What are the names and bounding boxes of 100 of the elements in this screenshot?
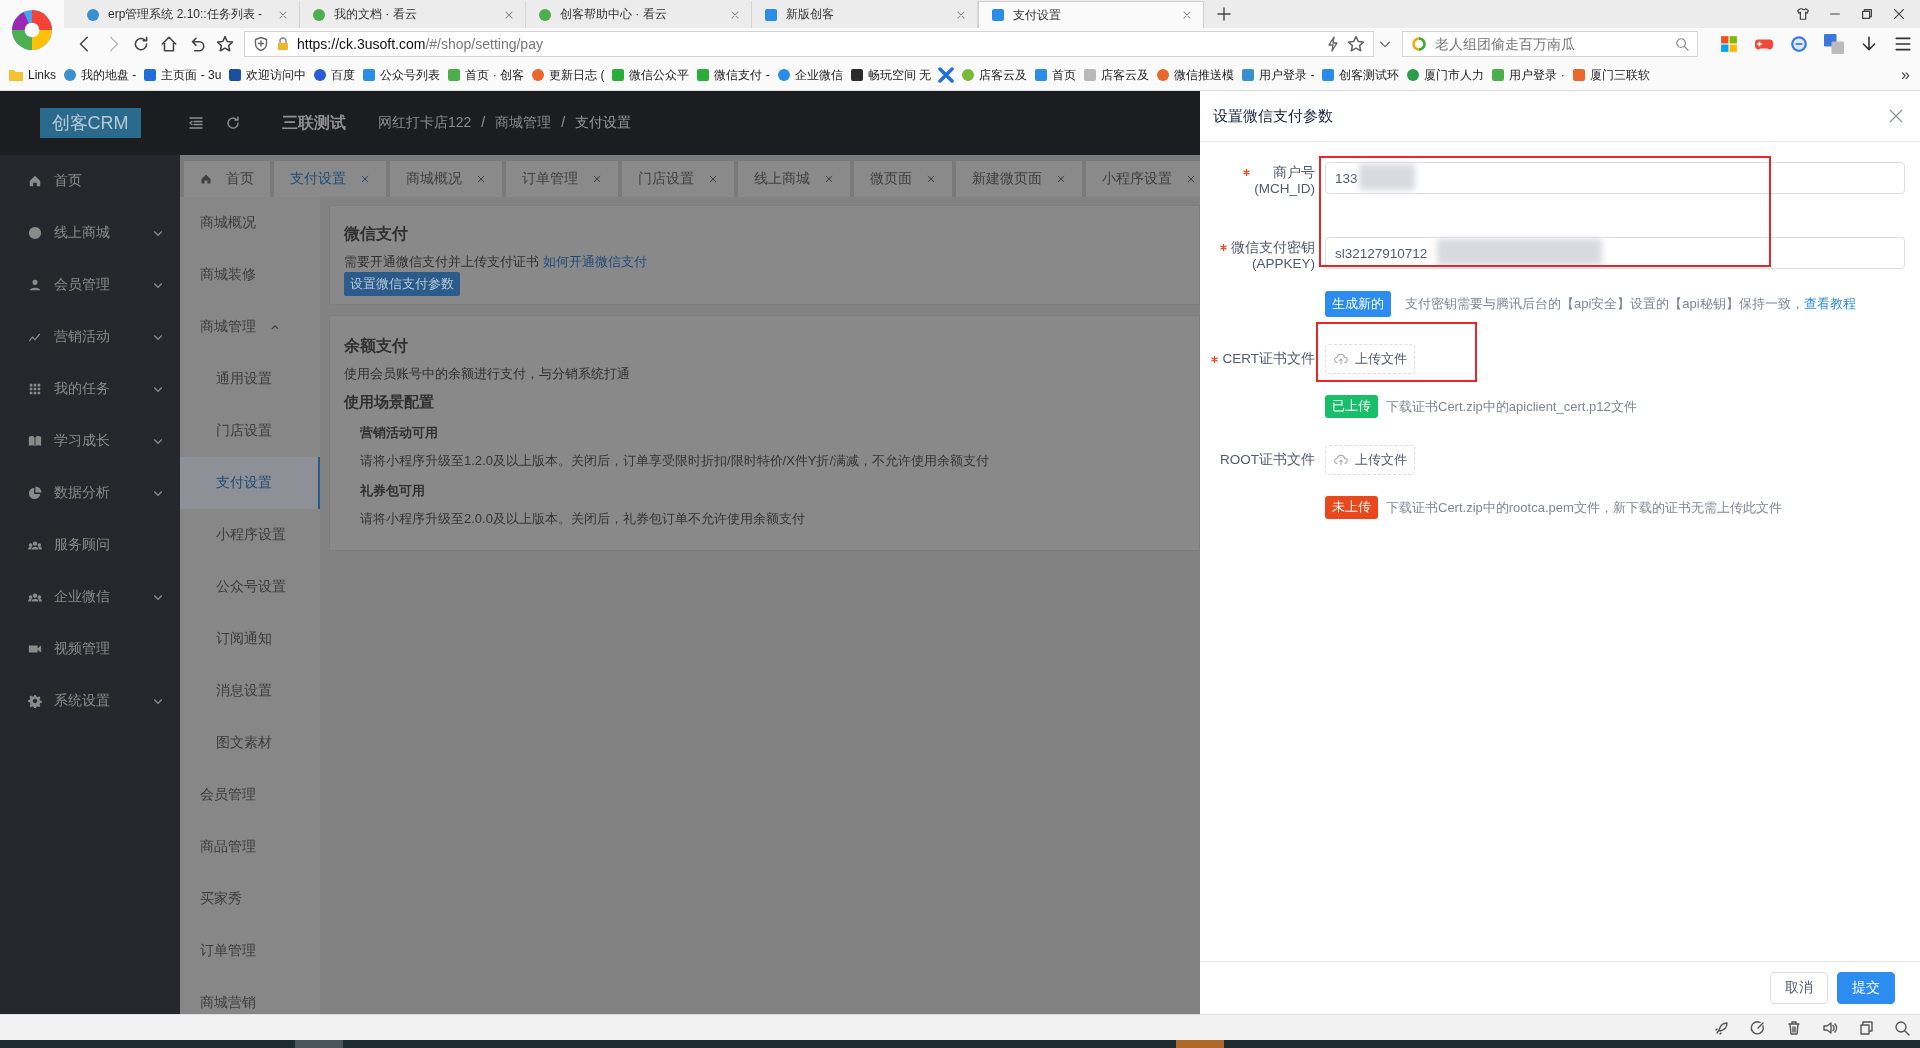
- browser-tab[interactable]: erp管理系统 2.10::任务列表 -: [74, 1, 300, 28]
- set-parameters-button[interactable]: 设置微信支付参数: [344, 272, 460, 296]
- submenu-item[interactable]: 门店设置: [180, 405, 320, 457]
- close-icon[interactable]: [1186, 174, 1196, 184]
- bookmark[interactable]: 公众号列表: [362, 66, 441, 84]
- bookmark[interactable]: 我的地盘 -: [63, 66, 137, 84]
- help-link[interactable]: 如何开通微信支付: [542, 254, 647, 269]
- new-tab-icon[interactable]: [1216, 6, 1232, 22]
- search-field[interactable]: 老人组团偷走百万南瓜: [1402, 31, 1698, 57]
- bookmark[interactable]: 主页面 - 3u: [143, 66, 222, 84]
- sidebar-item[interactable]: 企业微信: [0, 571, 180, 623]
- submenu-item[interactable]: 图文素材: [180, 717, 320, 769]
- bookmark[interactable]: 厦门三联软: [1571, 66, 1650, 84]
- submenu-item[interactable]: 商品管理: [180, 821, 320, 873]
- bookmark[interactable]: 店客云及: [1083, 66, 1150, 84]
- submenu-item[interactable]: 商城装修: [180, 249, 320, 301]
- sidebar-item[interactable]: 首页: [0, 155, 180, 207]
- speaker-icon[interactable]: [1822, 1019, 1838, 1036]
- input-field[interactable]: 133: [1325, 162, 1905, 194]
- refresh-icon[interactable]: [225, 115, 241, 131]
- speed-icon[interactable]: [1750, 1019, 1766, 1036]
- bookmark[interactable]: 企业微信: [776, 66, 843, 84]
- close-icon[interactable]: [592, 174, 602, 184]
- sidebar-item[interactable]: 数据分析: [0, 467, 180, 519]
- submenu-item[interactable]: 通用设置: [180, 353, 320, 405]
- sidebar-item[interactable]: 服务顾问: [0, 519, 180, 571]
- home-icon[interactable]: [160, 35, 178, 53]
- upload-button[interactable]: 上传文件: [1325, 445, 1415, 475]
- reload-icon[interactable]: [132, 35, 150, 53]
- browser-tab[interactable]: 创客帮助中心 · 看云: [526, 1, 752, 28]
- browser-tab[interactable]: 支付设置: [978, 1, 1204, 28]
- bookmark-icon[interactable]: [938, 67, 955, 83]
- generate-button[interactable]: 生成新的: [1325, 291, 1391, 317]
- bookmark[interactable]: 首页 · 创客: [447, 66, 525, 84]
- upload-button[interactable]: 上传文件: [1325, 344, 1415, 374]
- bookmark[interactable]: 用户登录 ·: [1491, 66, 1565, 84]
- submenu-item[interactable]: 买家秀: [180, 873, 320, 925]
- bookmark[interactable]: 百度: [313, 66, 356, 84]
- bookmark[interactable]: 用户登录 -: [1241, 66, 1315, 84]
- submenu-item[interactable]: 商城概况: [180, 197, 320, 249]
- sidebar-item[interactable]: 我的任务: [0, 363, 180, 415]
- tutorial-link[interactable]: 查看教程: [1803, 296, 1856, 311]
- close-icon[interactable]: [1056, 174, 1066, 184]
- page-tab[interactable]: 首页: [184, 161, 270, 197]
- close-icon[interactable]: [476, 174, 486, 184]
- collapse-menu-icon[interactable]: [188, 115, 204, 131]
- sidebar-item[interactable]: 会员管理: [0, 259, 180, 311]
- page-tab[interactable]: 线上商城: [738, 161, 850, 197]
- page-tab[interactable]: 小程序设置: [1086, 161, 1200, 197]
- bookmark[interactable]: 更新日志 (: [531, 66, 605, 84]
- page-tab[interactable]: 微页面: [854, 161, 952, 197]
- submenu-item[interactable]: 小程序设置: [180, 509, 320, 561]
- close-icon[interactable]: [926, 174, 936, 184]
- page-tab[interactable]: 支付设置: [274, 161, 386, 197]
- page-tab[interactable]: 新建微页面: [956, 161, 1082, 197]
- more-bookmarks-button[interactable]: »: [1901, 66, 1910, 84]
- submenu-item[interactable]: 消息设置: [180, 665, 320, 717]
- page-tab[interactable]: 门店设置: [622, 161, 734, 197]
- bookmark[interactable]: 欢迎访问中: [228, 66, 307, 84]
- sidebar-item[interactable]: 视频管理: [0, 623, 180, 675]
- shirt-icon[interactable]: [1796, 7, 1810, 21]
- shield-icon[interactable]: [253, 36, 269, 52]
- submenu-item[interactable]: 支付设置: [180, 457, 320, 509]
- submenu-item[interactable]: 订阅通知: [180, 613, 320, 665]
- submit-button[interactable]: 提交: [1837, 972, 1895, 1004]
- close-icon[interactable]: [824, 174, 834, 184]
- sidebar-item[interactable]: 营销活动: [0, 311, 180, 363]
- bookmark[interactable]: 畅玩空间 无: [849, 66, 932, 84]
- rocket-icon[interactable]: [1714, 1019, 1730, 1036]
- breadcrumb-item[interactable]: 网红打卡店122: [378, 114, 472, 132]
- page-tab[interactable]: 订单管理: [506, 161, 618, 197]
- star-icon[interactable]: [216, 35, 234, 53]
- window-icon[interactable]: [1858, 1019, 1874, 1036]
- sidebar-item[interactable]: 系统设置: [0, 675, 180, 727]
- address-field[interactable]: https://ck.3usoft.com/#/shop/setting/pay: [244, 31, 1374, 57]
- search-input[interactable]: 老人组团偷走百万南瓜: [1433, 35, 1669, 53]
- bookmark[interactable]: 创客测试环: [1321, 66, 1400, 84]
- trash-icon[interactable]: [1786, 1019, 1802, 1036]
- bookmark-folder[interactable]: Links: [8, 68, 56, 82]
- bookmark[interactable]: 微信支付 -: [696, 66, 770, 84]
- close-icon[interactable]: [708, 174, 718, 184]
- minus-circle-icon[interactable]: [1790, 35, 1808, 53]
- sidebar-item[interactable]: 学习成长: [0, 415, 180, 467]
- submenu-item[interactable]: 商城营销: [180, 977, 320, 1014]
- apps-icon[interactable]: [1720, 35, 1738, 53]
- restore-icon[interactable]: [1860, 7, 1874, 21]
- bookmark[interactable]: 厦门市人力: [1406, 66, 1485, 84]
- submenu-group[interactable]: 商城管理: [180, 301, 320, 353]
- submenu-item[interactable]: 会员管理: [180, 769, 320, 821]
- submenu-item[interactable]: 订单管理: [180, 925, 320, 977]
- submenu-item[interactable]: 公众号设置: [180, 561, 320, 613]
- bookmark[interactable]: 店客云及: [961, 66, 1028, 84]
- cancel-button[interactable]: 取消: [1770, 972, 1828, 1004]
- bookmark[interactable]: 微信推送模: [1156, 66, 1235, 84]
- search-icon[interactable]: [1894, 1019, 1910, 1036]
- star-icon[interactable]: [1347, 35, 1365, 53]
- bookmark[interactable]: 微信公众平: [611, 66, 690, 84]
- download-icon[interactable]: [1860, 35, 1878, 53]
- page-tab[interactable]: 商城概况: [390, 161, 502, 197]
- translate-icon[interactable]: [1824, 34, 1844, 54]
